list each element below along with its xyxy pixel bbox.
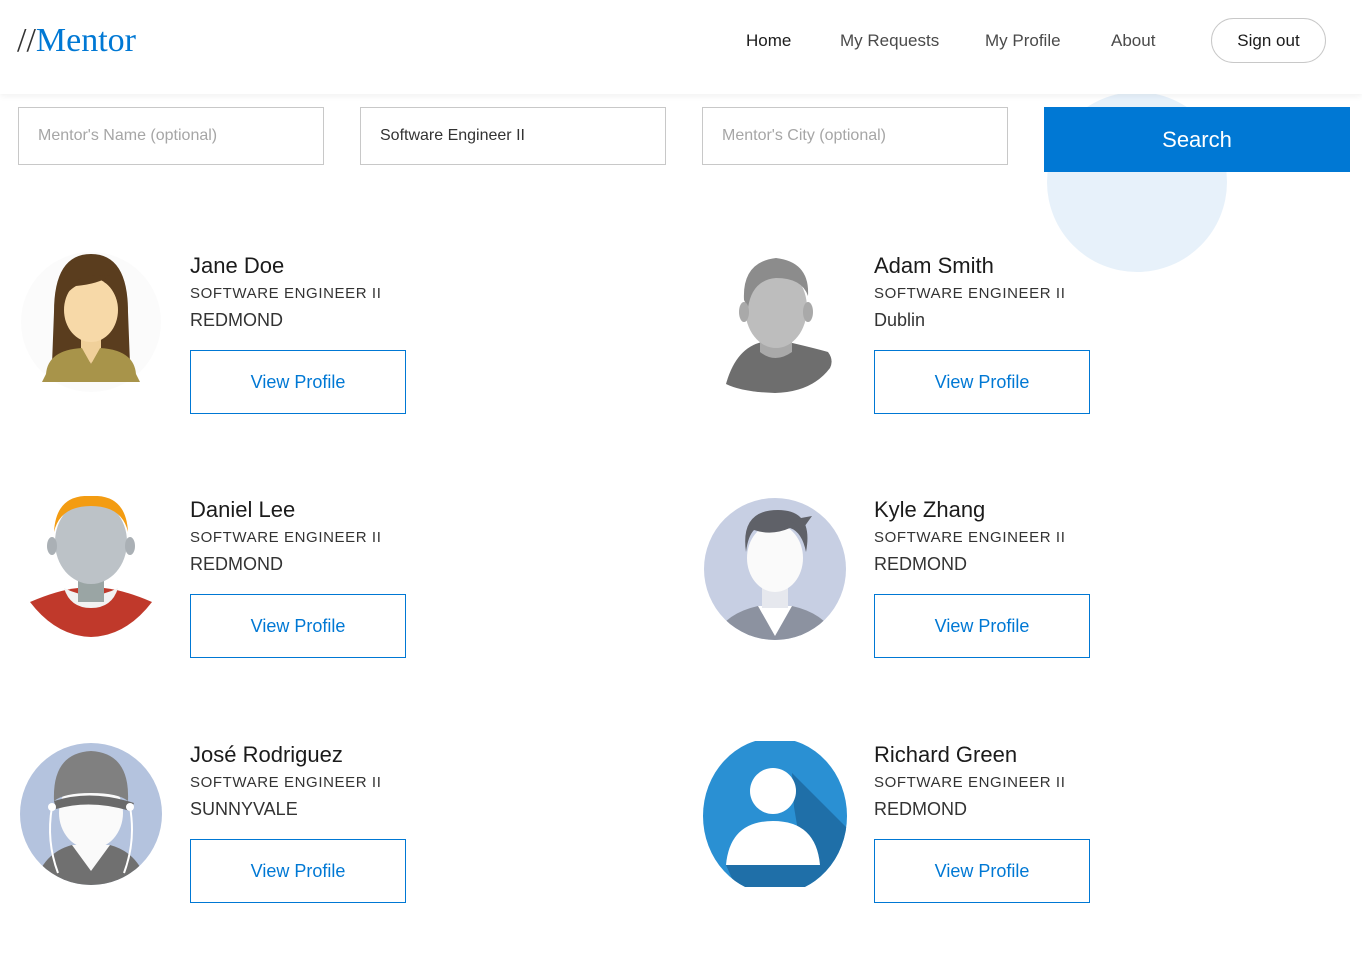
mentor-title: SOFTWARE ENGINEER II (874, 529, 1066, 546)
view-profile-button[interactable]: View Profile (190, 350, 406, 414)
mentor-title: SOFTWARE ENGINEER II (190, 774, 382, 791)
view-profile-button[interactable]: View Profile (874, 594, 1090, 658)
mentor-name-input[interactable] (18, 107, 324, 165)
mentor-city: REDMOND (190, 554, 283, 574)
mentor-title: SOFTWARE ENGINEER II (190, 285, 382, 302)
mentor-name: Jane Doe (190, 253, 285, 278)
mentor-name: Kyle Zhang (874, 497, 986, 522)
man-cap-earphones-icon (18, 741, 164, 887)
sign-out-button[interactable]: Sign out (1211, 18, 1326, 63)
nav-my-profile[interactable]: My Profile (985, 30, 1061, 52)
logo-slashes: // (17, 22, 36, 59)
search-button[interactable]: Search (1044, 107, 1350, 172)
mentor-city: REDMOND (874, 799, 967, 819)
mentor-logo[interactable]: //Mentor (17, 20, 136, 62)
mentor-card: Adam Smith SOFTWARE ENGINEER II Dublin V… (702, 252, 1122, 432)
top-nav-bar: //Mentor Home My Requests My Profile Abo… (0, 0, 1362, 94)
nav-about[interactable]: About (1111, 30, 1155, 52)
mentor-card: Daniel Lee SOFTWARE ENGINEER II REDMOND … (18, 496, 438, 676)
mentor-city: Dublin (874, 310, 926, 330)
mentor-city: REDMOND (190, 310, 283, 330)
generic-user-icon (702, 741, 848, 887)
mentor-title: SOFTWARE ENGINEER II (190, 529, 382, 546)
mentor-title: SOFTWARE ENGINEER II (874, 774, 1066, 791)
view-profile-button[interactable]: View Profile (874, 839, 1090, 903)
view-profile-button[interactable]: View Profile (190, 594, 406, 658)
man-silhouette-icon (702, 252, 848, 398)
woman-avatar-icon (18, 252, 164, 398)
mentor-card: José Rodriguez SOFTWARE ENGINEER II SUNN… (18, 741, 438, 921)
mentor-role-input[interactable] (360, 107, 666, 165)
mentor-city-input[interactable] (702, 107, 1008, 165)
mentor-name: Richard Green (874, 742, 1018, 767)
mentor-name: Daniel Lee (190, 497, 296, 522)
mentor-card: Jane Doe SOFTWARE ENGINEER II REDMOND Vi… (18, 252, 438, 432)
mentor-title: SOFTWARE ENGINEER II (874, 285, 1066, 302)
mentor-name: José Rodriguez (190, 742, 343, 767)
nav-home[interactable]: Home (746, 30, 791, 52)
mentor-card: Kyle Zhang SOFTWARE ENGINEER II REDMOND … (702, 496, 1122, 676)
view-profile-button[interactable]: View Profile (190, 839, 406, 903)
mentor-city: SUNNYVALE (190, 799, 298, 819)
view-profile-button[interactable]: View Profile (874, 350, 1090, 414)
mentor-city: REDMOND (874, 554, 967, 574)
logo-brand: Mentor (35, 22, 136, 59)
mentor-card: Richard Green SOFTWARE ENGINEER II REDMO… (702, 741, 1122, 921)
mentor-name: Adam Smith (874, 253, 994, 278)
man-orange-hair-icon (18, 496, 164, 642)
man-suit-icon (702, 496, 848, 642)
nav-my-requests[interactable]: My Requests (840, 30, 939, 52)
